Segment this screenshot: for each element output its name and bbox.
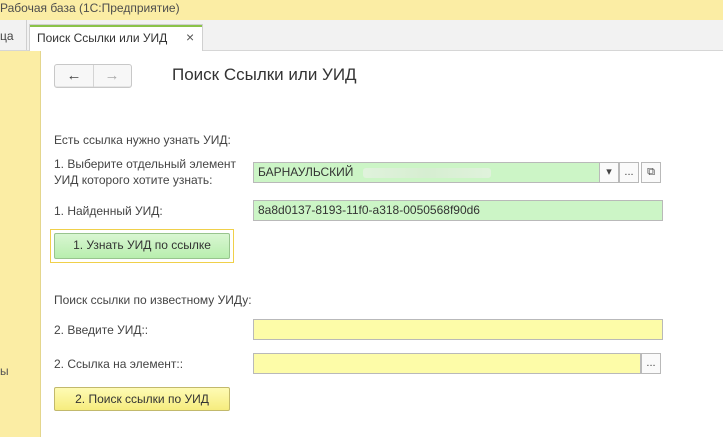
forward-arrow-icon[interactable]: → — [93, 65, 131, 87]
section2-heading: Поиск ссылки по известному УИДу: — [54, 293, 252, 307]
uid-input[interactable] — [253, 319, 663, 340]
tab-partial[interactable]: ца — [0, 20, 27, 50]
back-arrow-icon[interactable]: ← — [55, 65, 94, 87]
select-ellipsis-button[interactable]: ... — [619, 162, 639, 183]
nav-buttons: ← → — [54, 64, 132, 88]
tab-partial-label: ца — [0, 29, 14, 43]
sidebar-fragment: ы — [0, 364, 9, 378]
link-element-input[interactable] — [253, 353, 641, 374]
page-title: Поиск Ссылки или УИД — [172, 65, 357, 84]
find-link-by-uid-button[interactable]: 2. Поиск ссылки по УИД — [54, 387, 230, 411]
blurred-text — [363, 167, 492, 178]
found-uid-field[interactable]: 8a8d0137-8193-11f0-a318-0050568f90d6 — [253, 200, 663, 221]
element-select-value: БАРНАУЛЬСКИЙ — [258, 165, 354, 179]
form-content: ← → Поиск Ссылки или УИД Есть ссылка нуж… — [41, 51, 723, 437]
enter-uid-label: 2. Введите УИД:: — [54, 323, 149, 337]
sidebar: ы — [0, 51, 41, 437]
get-uid-by-link-button[interactable]: 1. Узнать УИД по ссылке — [54, 233, 230, 259]
link-ellipsis-button[interactable]: ... — [641, 353, 661, 374]
close-icon[interactable]: × — [186, 29, 194, 45]
select-label-line2: УИД которого хотите узнать: — [54, 173, 213, 187]
section1-heading: Есть ссылка нужно узнать УИД: — [54, 133, 231, 147]
element-select-input[interactable]: БАРНАУЛЬСКИЙ — [253, 162, 600, 183]
open-form-icon[interactable]: ⧉ — [641, 162, 661, 183]
link-element-label: 2. Ссылка на элемент:: — [54, 357, 184, 371]
found-uid-label: 1. Найденный УИД: — [54, 204, 163, 218]
tab-bar: ца Поиск Ссылки или УИД × — [0, 20, 723, 51]
window-title: Рабочая база (1С:Предприятие) — [0, 1, 180, 15]
tab-label: Поиск Ссылки или УИД — [37, 31, 168, 45]
select-label-line1: 1. Выберите отдельный элемент — [54, 157, 237, 171]
tab-search-link-uid[interactable]: Поиск Ссылки или УИД × — [29, 24, 203, 51]
window-titlebar: Рабочая база (1С:Предприятие) — [0, 0, 723, 20]
dropdown-arrow-icon[interactable]: ▾ — [599, 162, 619, 183]
